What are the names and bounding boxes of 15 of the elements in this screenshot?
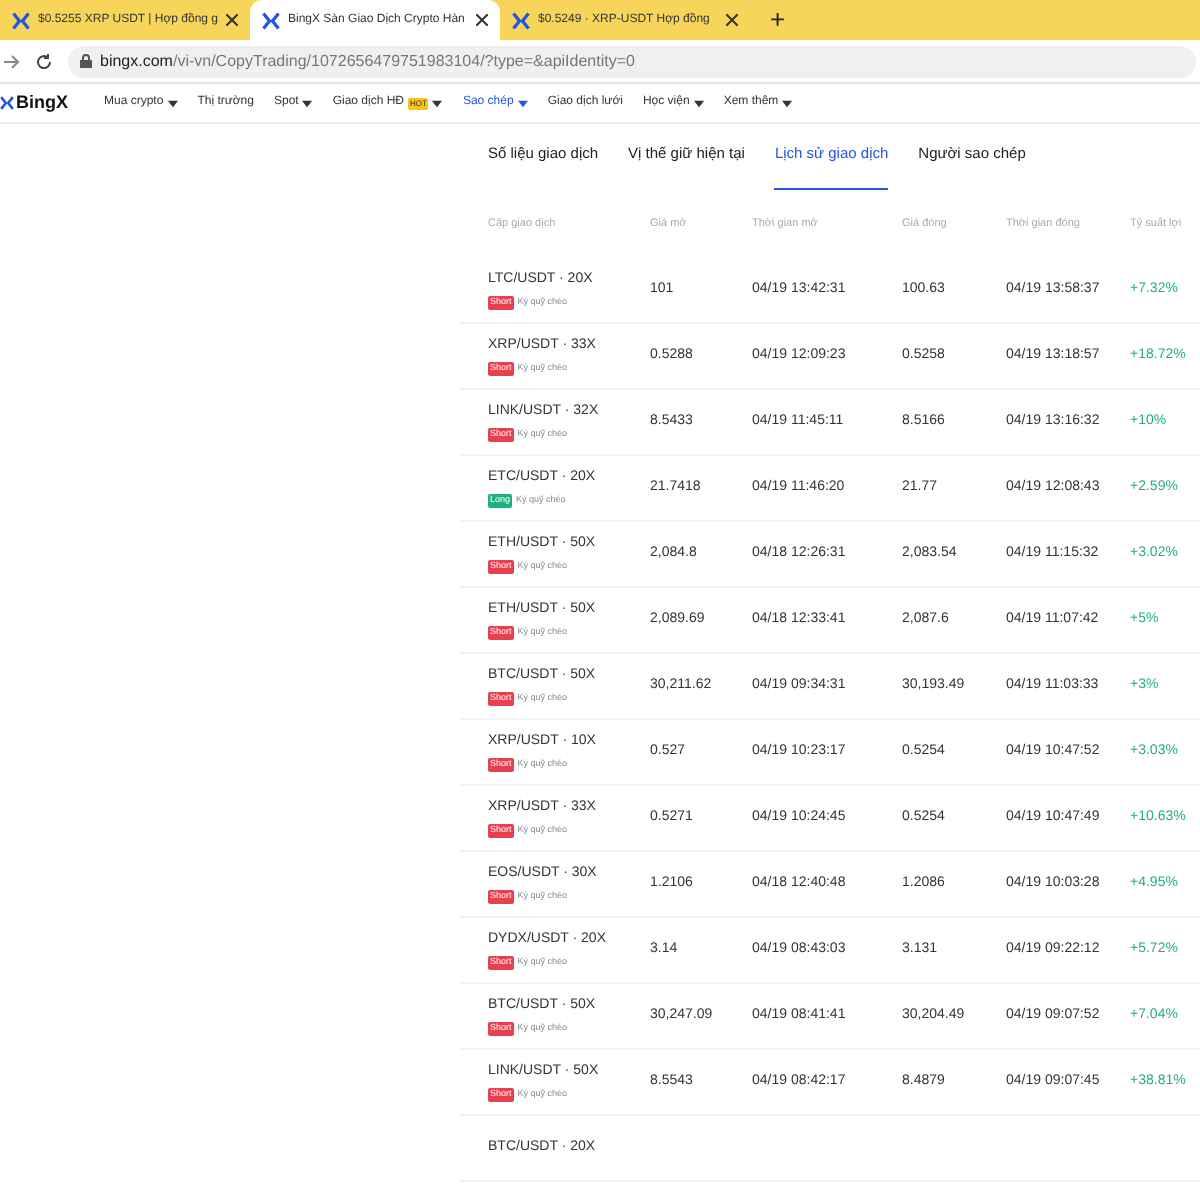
x-logo-icon: [12, 11, 30, 29]
close-icon[interactable]: [476, 14, 488, 26]
address-bar[interactable]: bingx.com/vi-vn/CopyTrading/1072656479751983104/?type=&apiIdentity=0: [68, 45, 1196, 77]
lock-icon: [80, 54, 92, 68]
url-text: bingx.com/vi-vn/CopyTrading/1072656479751983104/?type=&apiIdentity=0: [100, 49, 635, 73]
logo[interactable]: BingX: [0, 89, 84, 117]
x-logo-icon: [262, 11, 280, 29]
close-icon[interactable]: [226, 14, 238, 26]
close-icon[interactable]: [726, 14, 738, 26]
logo-text: BingX: [16, 89, 68, 116]
new-tab-button[interactable]: +: [750, 0, 806, 40]
reload-icon[interactable]: [36, 53, 52, 69]
x-logo-icon: [512, 11, 530, 29]
x-logo-icon: [0, 94, 14, 112]
forward-arrow-icon[interactable]: [4, 53, 20, 69]
